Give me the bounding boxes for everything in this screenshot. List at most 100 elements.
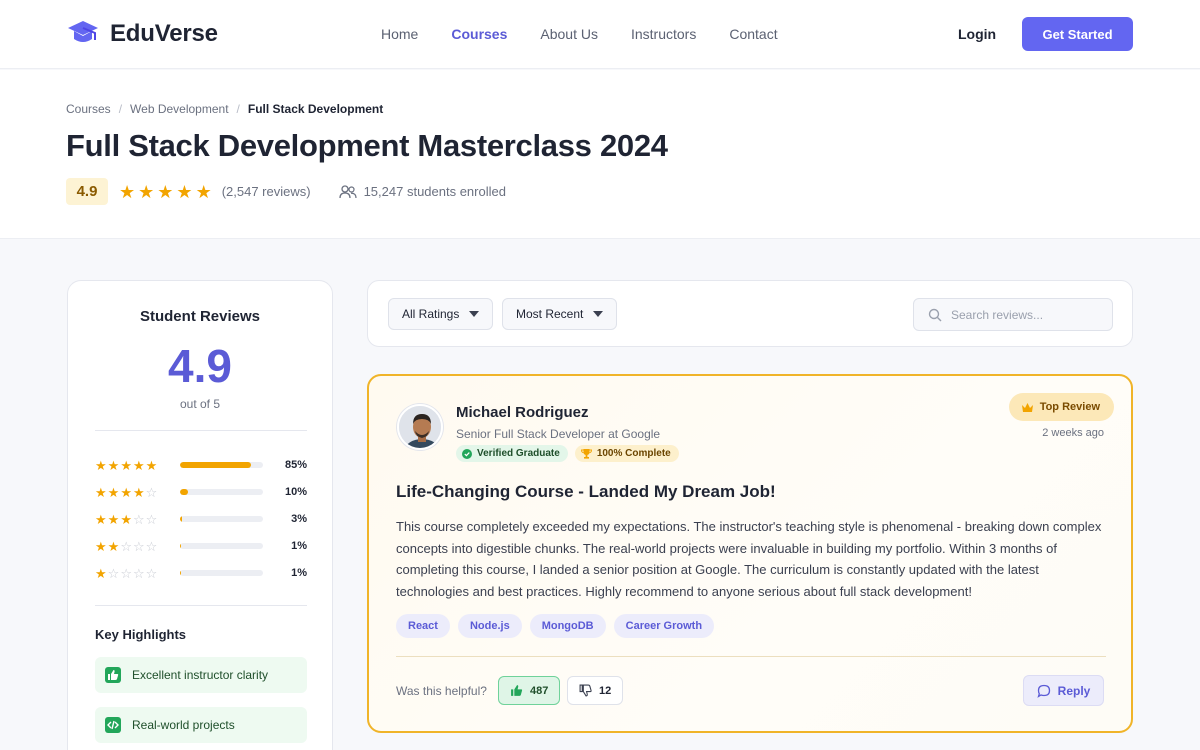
verified-badge: Verified Graduate [456,445,568,462]
verified-badge-label: Verified Graduate [477,448,560,459]
avatar [397,404,443,450]
breadcrumb-current: Full Stack Development [247,102,384,116]
tag[interactable]: MongoDB [529,614,606,638]
row-stars: ★ ★ ★ ★ ★ [95,459,180,472]
star-icon: ★ [95,538,107,554]
breadcrumb-web-development[interactable]: Web Development [130,102,229,116]
star-icon: ★ [107,484,120,500]
course-header: Courses / Web Development / Full Stack D… [0,70,1200,239]
summary-score: 4.9 [168,340,232,392]
star-icon: ★ [95,484,107,500]
star-icon: ★ [176,181,193,202]
sort-value: Most Recent [516,307,584,321]
sort-dropdown[interactable]: Most Recent [502,298,618,330]
students-count: 15,247 students enrolled [363,184,506,199]
nav-link-about[interactable]: About Us [540,26,598,42]
tag[interactable]: React [396,614,450,638]
star-icon: ☆ [145,538,158,554]
rating-percent: 1% [291,567,307,579]
nav-link-contact[interactable]: Contact [729,26,777,42]
rating-bar-fill [180,570,181,576]
brand-logo[interactable]: EduVerse [66,18,218,50]
not-helpful-count: 12 [599,684,612,697]
crown-icon [1021,402,1033,412]
nav-link-home[interactable]: Home [381,26,418,42]
divider [95,605,307,606]
rating-bar-fill [180,489,189,495]
nav-link-instructors[interactable]: Instructors [631,26,696,42]
reply-button[interactable]: Reply [1023,675,1104,706]
divider [396,656,1106,657]
star-icon: ★ [195,181,212,202]
review-title: Life-Changing Course - Landed My Dream J… [396,482,776,501]
star-icon: ★ [119,181,136,202]
star-icon: ☆ [132,511,145,527]
complete-badge-label: 100% Complete [596,448,671,459]
get-started-button[interactable]: Get Started [1022,17,1133,51]
code-icon [105,717,121,733]
rating-percent: 10% [284,486,307,498]
reviewer-name: Michael Rodriguez [456,404,589,421]
star-icon: ★ [120,484,132,500]
search-input[interactable] [951,307,1101,322]
star-icon: ☆ [145,484,158,500]
comment-icon [1037,684,1050,698]
star-icon: ★ [95,565,107,581]
rating-row[interactable]: ★ ★ ★ ☆ ☆ 3% [95,511,307,527]
star-icon: ★ [157,181,174,202]
not-helpful-button[interactable]: 12 [567,676,624,705]
breadcrumb-courses[interactable]: Courses [66,102,111,116]
helpful-prompt: Was this helpful? [396,684,487,698]
review-date: 2 weeks ago [1042,427,1104,439]
nav-link-courses[interactable]: Courses [451,26,507,42]
rating-bar-fill [180,462,251,468]
top-review-badge: Top Review [1008,393,1114,421]
graduation-cap-icon [68,21,98,42]
rating-bar [180,570,263,576]
star-icon: ★ [107,457,120,473]
star-icon: ★ [95,511,107,527]
course-stars: ★ ★ ★ ★ ★ [119,183,212,201]
top-review-label: Top Review [1039,401,1100,413]
rating-row[interactable]: ★ ☆ ☆ ☆ ☆ 1% [95,565,307,581]
review-card: Michael Rodriguez Senior Full Stack Deve… [367,374,1133,733]
rating-row[interactable]: ★ ★ ★ ★ ☆ 10% [95,484,307,500]
star-icon: ★ [120,511,132,527]
highlights-title: Key Highlights [95,627,187,642]
students-enrolled: 15,247 students enrolled [338,184,506,199]
star-icon: ☆ [145,565,158,581]
star-icon: ★ [132,484,145,500]
row-stars: ★ ☆ ☆ ☆ ☆ [95,567,180,580]
rating-bar [180,516,263,522]
chevron-down-icon [469,311,480,317]
tag[interactable]: Career Growth [613,614,715,638]
star-icon: ☆ [145,511,158,527]
review-tags: React Node.js MongoDB Career Growth [396,614,715,638]
rating-badge: 4.9 [66,178,108,205]
reviewer-role: Senior Full Stack Developer at Google [456,427,661,441]
highlight-item: Real-world projects [95,707,307,743]
highlight-label: Excellent instructor clarity [132,668,269,682]
star-icon: ★ [95,457,107,473]
rating-filter-dropdown[interactable]: All Ratings [388,298,494,330]
helpful-button[interactable]: 487 [498,676,561,705]
nav-links: Home Courses About Us Instructors Contac… [381,26,778,42]
tag[interactable]: Node.js [457,614,522,638]
breadcrumb: Courses / Web Development / Full Stack D… [66,102,383,116]
login-link[interactable]: Login [958,26,996,42]
search-icon [928,308,942,321]
brand-name: EduVerse [110,20,218,47]
row-stars: ★ ★ ★ ☆ ☆ [95,513,180,526]
star-icon: ☆ [107,565,120,581]
thumbs-down-icon [579,684,592,697]
rating-row[interactable]: ★ ★ ★ ★ ★ 85% [95,457,307,473]
thumbs-up-icon [105,667,121,683]
star-icon: ★ [120,457,132,473]
rating-row[interactable]: ★ ★ ☆ ☆ ☆ 1% [95,538,307,554]
star-icon: ★ [107,538,120,554]
rating-bar [180,489,263,495]
reviews-summary-card: Student Reviews 4.9 out of 5 ★ ★ ★ ★ ★ 85% ★ ★ ★… [67,280,333,750]
rating-filter-value: All Ratings [402,307,460,321]
star-icon: ★ [107,511,120,527]
summary-out-of: out of 5 [179,397,221,411]
